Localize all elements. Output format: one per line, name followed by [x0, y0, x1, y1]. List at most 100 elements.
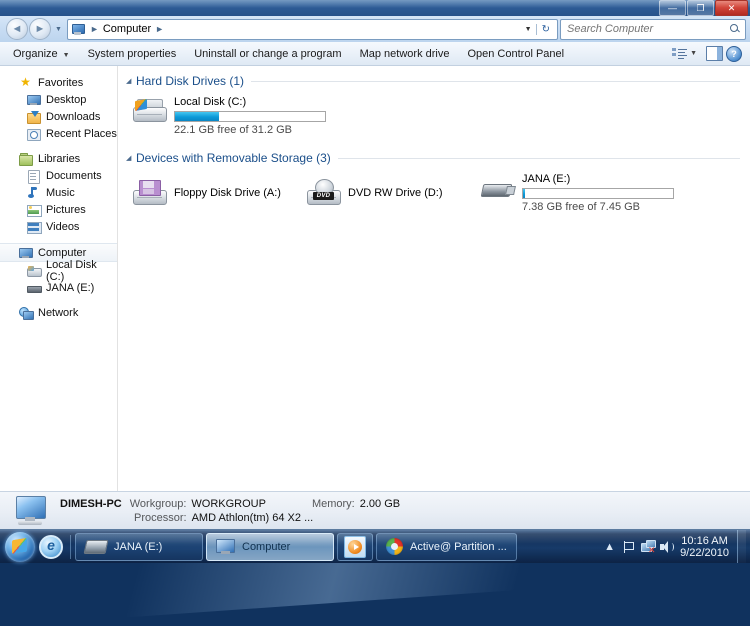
- sidebar-label: Computer: [38, 246, 87, 259]
- taskbar-button-media-player[interactable]: [337, 532, 373, 561]
- window-body: ★ Favorites Desktop Downloads Recent Pla…: [0, 66, 750, 491]
- taskbar-button-jana-e[interactable]: JANA (E:): [75, 532, 203, 561]
- sidebar-item-network[interactable]: Network: [0, 304, 117, 321]
- sidebar-item-downloads[interactable]: Downloads: [0, 108, 117, 125]
- document-icon: [26, 169, 41, 184]
- capacity-bar: [174, 111, 326, 122]
- details-pane: DIMESH-PC Workgroup: WORKGROUP Memory: 2…: [0, 491, 750, 529]
- details-row-processor: Processor: AMD Athlon(tm) 64 X2 ...: [60, 512, 400, 524]
- sidebar-item-favorites[interactable]: ★ Favorites: [0, 74, 117, 91]
- command-toolbar: Organize ▼ System properties Uninstall or…: [0, 42, 750, 66]
- history-dropdown-icon[interactable]: ▼: [52, 26, 65, 33]
- section-rule: [337, 157, 740, 159]
- quick-launch-internet-explorer[interactable]: [38, 534, 64, 560]
- file-list-pane[interactable]: ◢ Hard Disk Drives (1) Local Disk (C:) 2…: [118, 66, 750, 491]
- sidebar-item-music[interactable]: Music: [0, 184, 117, 201]
- nav-group-network: Network: [0, 304, 117, 321]
- address-bar[interactable]: ► Computer ► ▼ ↻: [66, 18, 558, 40]
- capacity-bar-fill: [175, 112, 219, 121]
- clock[interactable]: 10:16 AM 9/22/2010: [676, 535, 735, 559]
- start-button[interactable]: [5, 531, 35, 562]
- action-center-flag-icon[interactable]: [619, 536, 638, 558]
- sidebar-item-libraries[interactable]: Libraries: [0, 150, 117, 167]
- collapse-triangle-icon[interactable]: ◢: [126, 155, 136, 162]
- hard-disk-drive-icon: [130, 95, 168, 125]
- search-box[interactable]: [560, 18, 746, 40]
- forward-button[interactable]: ►: [29, 18, 51, 40]
- show-hidden-icons-icon[interactable]: ▲: [600, 536, 619, 558]
- back-button[interactable]: ◄: [6, 18, 28, 40]
- navigation-buttons: ◄ ► ▼: [4, 18, 65, 40]
- sidebar-label: Pictures: [46, 203, 86, 216]
- show-desktop-button[interactable]: [737, 530, 746, 563]
- collapse-triangle-icon[interactable]: ◢: [126, 78, 136, 85]
- sidebar-item-pictures[interactable]: Pictures: [0, 201, 117, 218]
- refresh-icon[interactable]: ↻: [535, 23, 555, 35]
- workgroup-value: WORKGROUP: [191, 497, 266, 510]
- change-view-icon[interactable]: [672, 47, 688, 60]
- library-icon: [18, 152, 33, 166]
- window-controls: — ❐ ✕: [658, 0, 748, 16]
- computer-icon: [10, 495, 50, 527]
- breadcrumb-separator-2[interactable]: ►: [152, 24, 167, 34]
- drive-free-space: 7.38 GB free of 7.45 GB: [522, 201, 641, 213]
- sidebar-item-videos[interactable]: Videos: [0, 218, 117, 235]
- section-header-hard-disk-drives[interactable]: ◢ Hard Disk Drives (1): [126, 74, 740, 88]
- minimize-button[interactable]: —: [659, 0, 686, 16]
- breadcrumb-separator-1: ►: [89, 24, 99, 34]
- organize-button[interactable]: Organize ▼: [4, 45, 79, 63]
- floppy-disk-drive-icon: [130, 178, 168, 208]
- sidebar-item-desktop[interactable]: Desktop: [0, 91, 117, 108]
- hard-disk-icon: [26, 264, 42, 278]
- section-header-removable-storage[interactable]: ◢ Devices with Removable Storage (3): [126, 151, 740, 165]
- sidebar-item-local-disk-c[interactable]: Local Disk (C:): [0, 259, 117, 283]
- close-button[interactable]: ✕: [715, 0, 748, 16]
- usb-drive-icon: [26, 281, 42, 295]
- title-bar-gloss: [0, 0, 750, 8]
- memory-label: Memory:: [311, 497, 355, 510]
- taskbar: JANA (E:) Computer Active@ Partition ...…: [0, 529, 750, 563]
- network-icon[interactable]: ✕: [638, 536, 657, 558]
- breadcrumb-computer[interactable]: Computer: [102, 23, 152, 35]
- uninstall-or-change-program-button[interactable]: Uninstall or change a program: [185, 45, 350, 63]
- taskbar-button-active-partition[interactable]: Active@ Partition ...: [376, 532, 517, 561]
- view-chevron-down-icon[interactable]: ▼: [690, 50, 697, 57]
- sidebar-label: Music: [46, 186, 75, 199]
- taskbar-separator: [70, 534, 71, 559]
- capacity-bar: [522, 188, 674, 199]
- taskbar-button-computer[interactable]: Computer: [206, 532, 334, 561]
- search-icon: [730, 23, 741, 35]
- usb-drive-icon: [83, 539, 109, 554]
- section-rule: [251, 80, 740, 82]
- address-dropdown-icon[interactable]: ▼: [521, 26, 536, 33]
- drive-group-removable: Floppy Disk Drive (A:) DVD DVD RW Drive …: [126, 169, 750, 216]
- internet-explorer-icon: [39, 534, 63, 559]
- nav-group-libraries: Libraries Documents Music Pictures Video…: [0, 150, 117, 235]
- map-network-drive-button[interactable]: Map network drive: [351, 45, 459, 63]
- maximize-button[interactable]: ❐: [687, 0, 714, 16]
- drive-item-jana-e[interactable]: JANA (E:) 7.38 GB free of 7.45 GB: [474, 169, 718, 216]
- search-input[interactable]: [565, 22, 730, 36]
- computer-name: DIMESH-PC: [60, 497, 122, 510]
- drive-free-space: 22.1 GB free of 31.2 GB: [174, 124, 293, 136]
- processor-label: Processor:: [134, 511, 187, 524]
- video-icon: [26, 220, 42, 234]
- drive-name: JANA (E:): [522, 173, 571, 185]
- monitor-icon: [26, 93, 41, 107]
- workgroup-label: Workgroup:: [129, 497, 187, 510]
- drive-item-dvd-rw-d[interactable]: DVD DVD RW Drive (D:): [300, 169, 474, 216]
- chevron-down-icon: ▼: [62, 51, 70, 59]
- sidebar-item-documents[interactable]: Documents: [0, 167, 117, 184]
- open-control-panel-button[interactable]: Open Control Panel: [458, 45, 573, 63]
- preview-pane-icon[interactable]: [706, 46, 723, 61]
- computer-icon: [216, 538, 235, 555]
- sidebar-item-recent-places[interactable]: Recent Places: [0, 125, 117, 142]
- help-icon[interactable]: ?: [726, 45, 742, 62]
- system-properties-button[interactable]: System properties: [79, 45, 186, 63]
- speaker-icon[interactable]: [657, 536, 676, 558]
- computer-icon: [71, 23, 85, 36]
- explorer-window: — ❐ ✕ ◄ ► ▼ ► Computer ► ▼ ↻ O: [0, 0, 750, 530]
- drive-item-local-disk-c[interactable]: Local Disk (C:) 22.1 GB free of 31.2 GB: [126, 92, 510, 139]
- drive-item-floppy-a[interactable]: Floppy Disk Drive (A:): [126, 169, 300, 216]
- toolbar-right-group: ▼ ?: [672, 45, 746, 62]
